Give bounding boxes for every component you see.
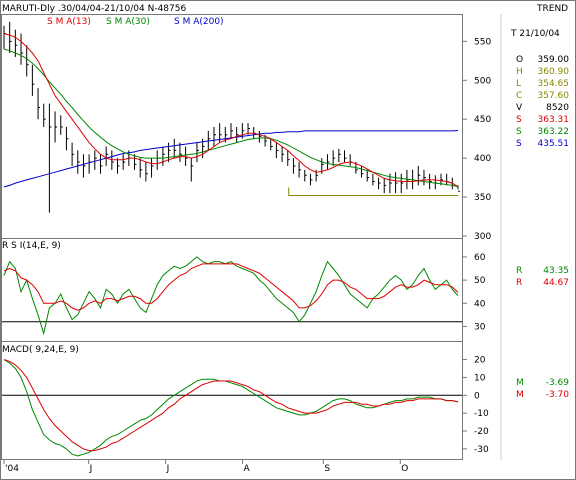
readout-value: -3.70 bbox=[546, 390, 570, 400]
readout-label: S bbox=[516, 115, 522, 125]
readout-label: M bbox=[516, 378, 524, 388]
readout-date: T 21/10/04 bbox=[510, 29, 560, 39]
readout-value: -3.69 bbox=[546, 378, 570, 388]
xtick-label: S bbox=[324, 464, 330, 474]
trend-label: TREND bbox=[536, 4, 568, 14]
macd-ytick-label: -10 bbox=[474, 409, 489, 419]
rsi-ytick-label: 60 bbox=[474, 253, 486, 263]
macd-ytick-label: -20 bbox=[474, 427, 489, 437]
xtick-label: J bbox=[89, 464, 93, 474]
readout-value: 359.00 bbox=[538, 55, 570, 65]
readout-label: R bbox=[516, 266, 522, 276]
readout-label: H bbox=[516, 67, 523, 77]
xtick-label: '04 bbox=[5, 464, 19, 474]
readout-label: O bbox=[516, 55, 523, 65]
xtick-label: J bbox=[166, 464, 170, 474]
readout-value: 354.65 bbox=[538, 79, 570, 89]
sma30-legend: S M A(30) bbox=[106, 17, 150, 27]
stock-chart: MARUTI-Dly .30/04/04-21/10/04 N-48756 TR… bbox=[0, 0, 576, 480]
macd-panel-label: MACD( 9,24,E, 9) bbox=[2, 345, 79, 355]
macd-ytick-label: 20 bbox=[474, 356, 486, 366]
rsi-ytick-label: 40 bbox=[474, 299, 486, 309]
readout-label: M bbox=[516, 390, 524, 400]
rsi-panel-label: R S I(14,E, 9) bbox=[2, 241, 61, 251]
readout-label: C bbox=[516, 91, 522, 101]
sma13-legend: S M A(13) bbox=[47, 17, 91, 27]
readout-label: L bbox=[516, 79, 521, 89]
price-ytick-label: 300 bbox=[474, 232, 491, 242]
readout-value: 363.31 bbox=[538, 115, 570, 125]
readout-value: 8520 bbox=[546, 103, 569, 113]
readout-label: V bbox=[516, 103, 523, 113]
readout-value: 43.35 bbox=[543, 266, 569, 276]
macd-ytick-label: -30 bbox=[474, 445, 489, 455]
price-ytick-label: 400 bbox=[474, 154, 491, 164]
readout-value: 44.67 bbox=[543, 278, 569, 288]
price-ytick-label: 500 bbox=[474, 76, 491, 86]
sma200-legend: S M A(200) bbox=[174, 17, 224, 27]
rsi-ytick-label: 30 bbox=[474, 322, 486, 332]
price-ytick-label: 350 bbox=[474, 193, 491, 203]
macd-ytick-label: 0 bbox=[474, 391, 480, 401]
readout-value: 357.60 bbox=[538, 91, 570, 101]
xtick-label: O bbox=[401, 464, 408, 474]
readout-label: S bbox=[516, 127, 522, 137]
readout-label: R bbox=[516, 278, 522, 288]
readout-value: 363.22 bbox=[538, 127, 570, 137]
chart-title: MARUTI-Dly .30/04/04-21/10/04 N-48756 bbox=[2, 4, 186, 14]
macd-ytick-label: 10 bbox=[474, 373, 486, 383]
xtick-label: A bbox=[244, 464, 251, 474]
rsi-ytick-label: 50 bbox=[474, 276, 486, 286]
price-ytick-label: 450 bbox=[474, 115, 491, 125]
price-ytick-label: 550 bbox=[474, 37, 491, 47]
readout-label: S bbox=[516, 139, 522, 149]
readout-value: 360.90 bbox=[538, 67, 570, 77]
readout-value: 435.51 bbox=[538, 139, 570, 149]
